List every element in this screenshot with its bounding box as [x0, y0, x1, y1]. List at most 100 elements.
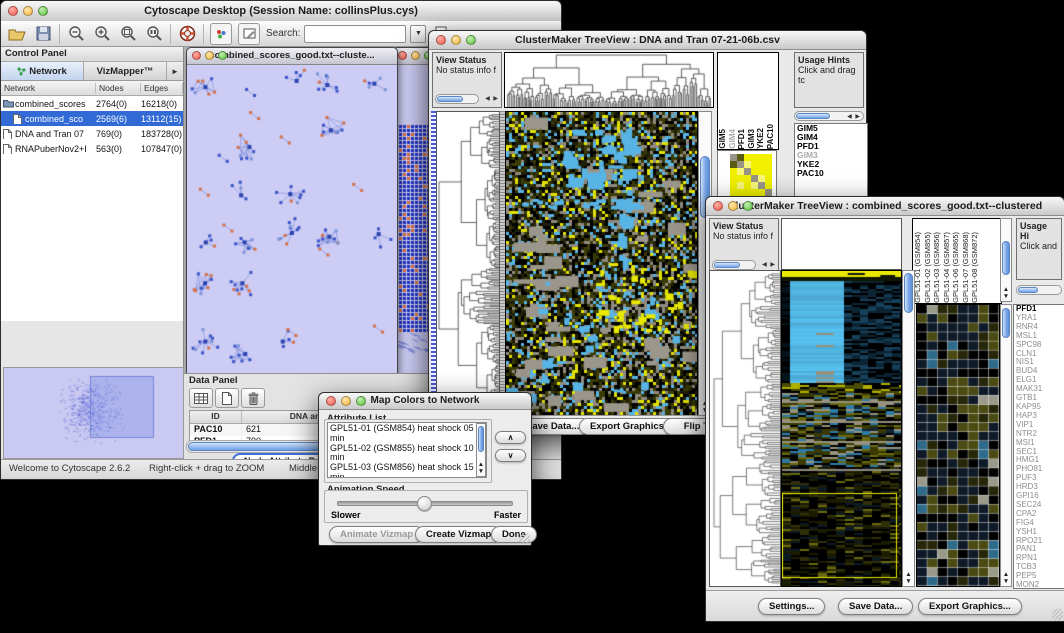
- vizmap-icon[interactable]: [210, 23, 232, 45]
- zoom-button[interactable]: [218, 51, 227, 60]
- birdseye-view[interactable]: [3, 367, 184, 459]
- search-input[interactable]: [304, 25, 406, 43]
- network-name-text: RNAPuberNov2+I: [15, 144, 87, 154]
- close-button[interactable]: [713, 201, 723, 211]
- network-icon: [17, 67, 26, 76]
- resize-grip[interactable]: [1052, 609, 1063, 620]
- tv2-status-scrollbar[interactable]: [712, 260, 756, 270]
- zoom-button[interactable]: [356, 396, 366, 406]
- network-name-text: DNA and Tran 07: [15, 129, 84, 139]
- close-button[interactable]: [436, 35, 446, 45]
- zoom-in-icon[interactable]: [92, 24, 112, 44]
- help-lifesaver-icon[interactable]: [177, 24, 197, 44]
- network-row[interactable]: combined_sco2569(6)13112(15): [1, 111, 183, 126]
- tv1-usage-scrollbar[interactable]: ◀ ▶: [794, 111, 864, 121]
- scroll-arrows-icon[interactable]: ▲▼: [477, 461, 485, 475]
- scroll-arrows-icon[interactable]: ▲▼: [903, 571, 914, 585]
- tv2-detail-heatmap[interactable]: [916, 304, 1000, 587]
- close-button[interactable]: [398, 51, 407, 60]
- attribute-list-item[interactable]: GPL51-01 (GSM854) heat shock 05 min: [330, 424, 484, 444]
- minimize-button[interactable]: [451, 35, 461, 45]
- scroll-arrows-icon[interactable]: ▲▼: [1001, 571, 1011, 585]
- tv2-vertical-scrollbar[interactable]: ▲▼: [902, 270, 915, 587]
- scroll-arrows-icon[interactable]: ▲▼: [1001, 286, 1011, 300]
- search-label: Search:: [266, 28, 300, 39]
- open-folder-icon[interactable]: [7, 24, 27, 44]
- network-canvas[interactable]: [187, 65, 395, 373]
- tv2-column-labels: GPL51-01 (GSM854)GPL51-02 (GSM855)GPL51-…: [912, 218, 1002, 304]
- tv1-detail-heatmap[interactable]: [730, 154, 772, 196]
- treeview1-titlebar[interactable]: ClusterMaker TreeView : DNA and Tran 07-…: [429, 31, 866, 50]
- tv2-row-dendrogram[interactable]: [709, 270, 781, 587]
- resize-grip[interactable]: [519, 533, 530, 544]
- network-name-text: combined_sco: [25, 114, 83, 124]
- tab-overflow-button[interactable]: ►: [167, 62, 183, 80]
- detail-cell: [751, 154, 758, 161]
- minimize-button[interactable]: [728, 201, 738, 211]
- tv2-column-dendrogram-area: [781, 218, 902, 270]
- close-button[interactable]: [192, 51, 201, 60]
- tv1-column-dendrogram[interactable]: [504, 52, 714, 108]
- birdseye-canvas: [4, 368, 181, 456]
- tv2-usage-scrollbar[interactable]: [1016, 285, 1062, 295]
- search-dropdown-arrow-icon[interactable]: ▼: [410, 25, 426, 43]
- move-down-button[interactable]: ∨: [495, 449, 526, 462]
- zoom-button[interactable]: [743, 201, 753, 211]
- new-attribute-icon[interactable]: [215, 388, 239, 408]
- minimize-button[interactable]: [341, 396, 351, 406]
- zoom-button[interactable]: [466, 35, 476, 45]
- attribute-list-scrollbar[interactable]: ▲▼: [476, 423, 486, 477]
- network-row[interactable]: RNAPuberNov2+I563(0)107847(0): [1, 141, 183, 156]
- detail-cell: [730, 189, 737, 196]
- zoom-actual-icon[interactable]: [144, 24, 164, 44]
- network-row[interactable]: combined_scores2764(0)16218(0): [1, 96, 183, 111]
- tv2-settings-button[interactable]: Settings...: [758, 598, 825, 615]
- tv2-collabel-scrollbar[interactable]: ▲▼: [1000, 218, 1012, 302]
- tv1-status-scrollbar[interactable]: [435, 94, 479, 104]
- attribute-table-icon[interactable]: [189, 388, 213, 408]
- network-table-header: Network Nodes Edges: [1, 81, 183, 96]
- dialog-titlebar[interactable]: Map Colors to Network: [319, 393, 531, 410]
- create-vizmap-button[interactable]: Create Vizmap: [415, 526, 502, 543]
- minimize-button[interactable]: [411, 51, 420, 60]
- zoom-button[interactable]: [38, 6, 48, 16]
- network-row[interactable]: DNA and Tran 07769(0)183728(0): [1, 126, 183, 141]
- toolbar-separator: [170, 24, 171, 44]
- treeview2-titlebar[interactable]: ClusterMaker TreeView : combined_scores_…: [706, 197, 1064, 216]
- close-button[interactable]: [326, 396, 336, 406]
- zoom-fit-icon[interactable]: [118, 24, 138, 44]
- tab-network[interactable]: Network: [1, 62, 84, 80]
- close-button[interactable]: [8, 6, 18, 16]
- network-view-window[interactable]: combined_scores_good.txt--cluste...: [186, 47, 398, 373]
- move-up-button[interactable]: ∧: [495, 431, 526, 444]
- detail-row-label: PAC10: [797, 169, 867, 178]
- attribute-list-item[interactable]: GPL51-02 (GSM855) heat shock 10 min: [330, 444, 484, 464]
- tv2-save-data-button[interactable]: Save Data...: [838, 598, 913, 615]
- minimize-button[interactable]: [23, 6, 33, 16]
- zoom-out-icon[interactable]: [66, 24, 86, 44]
- scroll-arrows-icon[interactable]: ◀ ▶: [485, 96, 499, 102]
- detail-cell: [751, 168, 758, 175]
- tv2-export-graphics-button[interactable]: Export Graphics...: [918, 598, 1022, 615]
- animate-vizmap-button[interactable]: Animate Vizmap: [329, 526, 424, 543]
- attribute-list[interactable]: GPL51-01 (GSM854) heat shock 05 minGPL51…: [327, 422, 487, 478]
- tv2-detail-heatmap-canvas: [917, 305, 999, 586]
- column-label: GPL51-08 (GSM872): [970, 232, 980, 303]
- annotation-icon[interactable]: [238, 23, 260, 45]
- scroll-arrows-icon[interactable]: ◀ ▶: [847, 114, 861, 120]
- status-welcome: Welcome to Cytoscape 2.6.2: [9, 463, 130, 474]
- main-titlebar[interactable]: Cytoscape Desktop (Session Name: collins…: [1, 1, 561, 22]
- tv2-gene-scrollbar[interactable]: ▲▼: [1000, 304, 1012, 587]
- tab-vizmapper[interactable]: VizMapper™: [84, 62, 167, 80]
- minimize-button[interactable]: [205, 51, 214, 60]
- save-icon[interactable]: [33, 24, 53, 44]
- scroll-arrows-icon[interactable]: ◀ ▶: [762, 262, 776, 268]
- network-view-titlebar[interactable]: combined_scores_good.txt--cluste...: [187, 48, 397, 65]
- control-panel-tabs: Network VizMapper™ ►: [1, 62, 183, 81]
- animation-speed-slider-thumb[interactable]: [417, 496, 432, 511]
- attribute-list-item[interactable]: GPL51-03 (GSM856) heat shock 15 min: [330, 463, 484, 478]
- tv1-heatmap[interactable]: [505, 111, 698, 416]
- tv1-row-dendrogram[interactable]: [436, 111, 500, 416]
- delete-attribute-trash-icon[interactable]: [241, 388, 265, 408]
- tv2-heatmap[interactable]: [781, 270, 902, 587]
